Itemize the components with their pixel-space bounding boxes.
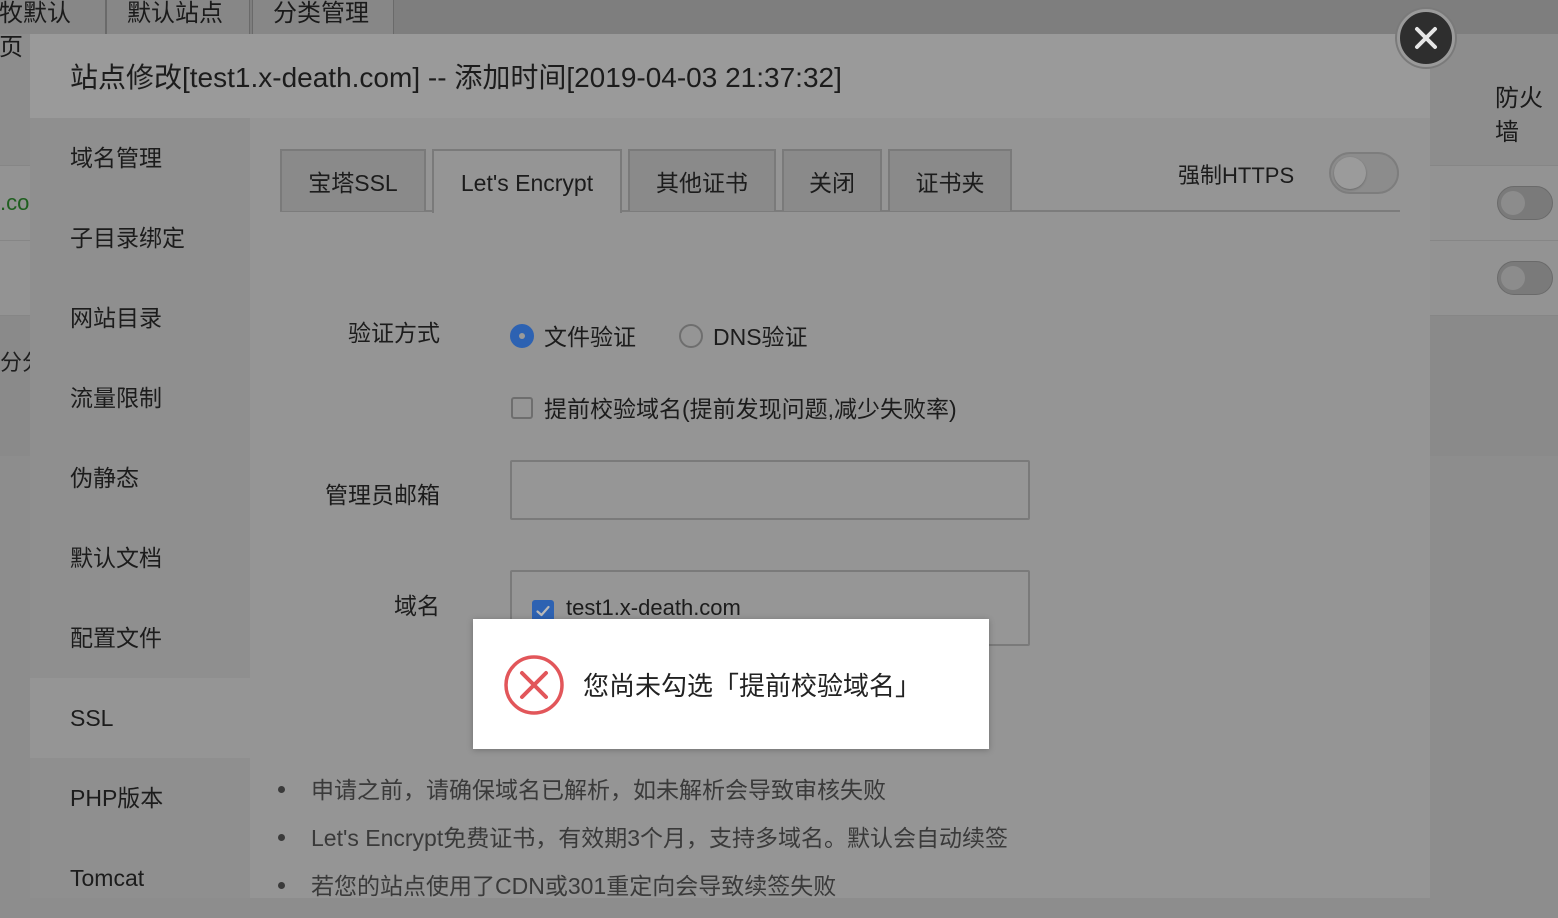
bullet-icon xyxy=(278,882,285,890)
radio-file-verify[interactable] xyxy=(510,324,534,348)
bg-tab-default-page[interactable]: 牧默认页 xyxy=(0,0,106,61)
tab-other-cert[interactable]: 其他证书 xyxy=(628,149,776,211)
modal-title: 站点修改[test1.x-death.com] -- 添加时间[2019-04-… xyxy=(70,62,842,93)
radio-dns-verify[interactable] xyxy=(679,324,703,348)
side-item-traffic-limit[interactable]: 流量限制 xyxy=(30,358,250,438)
error-x-icon xyxy=(504,655,564,715)
background-tab-bar: 牧默认页 默认站点 分类管理 xyxy=(0,0,1558,61)
bg-tab-category[interactable]: 分类管理 xyxy=(252,0,394,34)
domain-name: test1.x-death.com xyxy=(566,595,741,620)
side-item-site-dir[interactable]: 网站目录 xyxy=(30,278,250,358)
side-item-php-version[interactable]: PHP版本 xyxy=(30,758,250,838)
error-toast: 您尚未勾选「提前校验域名」 xyxy=(473,619,989,749)
force-https-toggle[interactable] xyxy=(1329,152,1399,194)
tab-cert-folder[interactable]: 证书夹 xyxy=(888,149,1012,211)
check-icon xyxy=(536,605,550,617)
force-https-label: 强制HTTPS xyxy=(1178,163,1295,188)
domain-label: 域名 xyxy=(394,593,440,619)
bg-firewall-header: 防火墙 xyxy=(1495,85,1543,146)
precheck-domain-label[interactable]: 提前校验域名(提前发现问题,减少失败率) xyxy=(544,390,957,424)
close-icon[interactable] xyxy=(1397,9,1455,67)
side-item-default-doc[interactable]: 默认文档 xyxy=(30,518,250,598)
side-item-rewrite[interactable]: 伪静态 xyxy=(30,438,250,518)
tab-bt-ssl[interactable]: 宝塔SSL xyxy=(280,149,426,211)
bg-firewall-toggle[interactable] xyxy=(1497,261,1553,295)
dns-verify-label[interactable]: DNS验证 xyxy=(713,318,808,352)
bg-firewall-toggle[interactable] xyxy=(1497,186,1553,220)
file-verify-label[interactable]: 文件验证 xyxy=(544,318,636,352)
precheck-domain-checkbox[interactable] xyxy=(511,397,533,419)
admin-email-label: 管理员邮箱 xyxy=(325,482,440,508)
bullet-icon xyxy=(278,786,285,794)
side-item-tomcat[interactable]: Tomcat xyxy=(30,838,250,918)
side-item-config-file[interactable]: 配置文件 xyxy=(30,598,250,678)
note-item: 申请之前，请确保域名已解析，如未解析会导致审核失败 xyxy=(278,771,886,805)
side-item-ssl[interactable]: SSL xyxy=(30,678,250,758)
bg-tab-default-site[interactable]: 默认站点 xyxy=(106,0,250,34)
modal-side-menu: 域名管理 子目录绑定 网站目录 流量限制 伪静态 默认文档 配置文件 SSL P… xyxy=(30,118,250,898)
tab-lets-encrypt[interactable]: Let's Encrypt xyxy=(432,149,622,213)
admin-email-input[interactable] xyxy=(510,460,1030,520)
modal-header: 站点修改[test1.x-death.com] -- 添加时间[2019-04-… xyxy=(30,34,1430,119)
side-item-domain[interactable]: 域名管理 xyxy=(30,118,250,198)
bg-domain-fragment: .co xyxy=(0,190,30,215)
bullet-icon xyxy=(278,834,285,842)
note-item: 若您的站点使用了CDN或301重定向会导致续签失败 xyxy=(278,867,836,901)
site-edit-modal: 站点修改[test1.x-death.com] -- 添加时间[2019-04-… xyxy=(30,9,1455,898)
toast-message: 您尚未勾选「提前校验域名」 xyxy=(583,671,922,701)
verify-method-label: 验证方式 xyxy=(348,320,440,346)
side-item-subdir[interactable]: 子目录绑定 xyxy=(30,198,250,278)
note-item: Let's Encrypt免费证书，有效期3个月，支持多域名。默认会自动续签 xyxy=(278,819,1008,853)
tab-close-ssl[interactable]: 关闭 xyxy=(782,149,882,211)
